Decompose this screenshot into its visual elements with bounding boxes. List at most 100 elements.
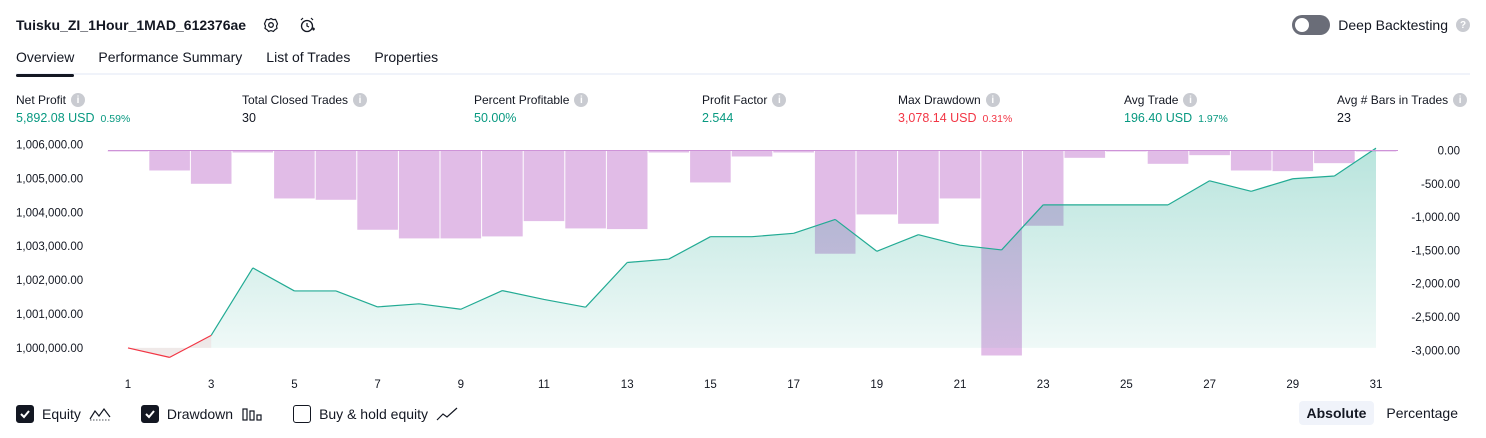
mode-percentage-button[interactable]: Percentage <box>1378 401 1466 425</box>
equity-line-icon <box>89 406 111 422</box>
x-axis-tick: 27 <box>1203 379 1216 391</box>
left-axis-tick: 1,000,000.00 <box>16 343 83 355</box>
metric-avg-trade: Avg Trade i 196.40 USD 1.97% <box>1124 93 1228 125</box>
x-axis-tick: 29 <box>1286 379 1299 391</box>
x-axis-tick: 19 <box>870 379 883 391</box>
drawdown-bar <box>190 150 232 184</box>
deep-backtesting-label: Deep Backtesting <box>1338 17 1448 33</box>
drawdown-bars-icon <box>241 406 263 422</box>
right-axis-tick: -3,000.00 <box>1411 345 1460 357</box>
left-axis-tick: 1,006,000.00 <box>16 140 83 152</box>
drawdown-bar <box>315 150 357 200</box>
drawdown-bar <box>1189 150 1230 156</box>
drawdown-bar <box>274 150 315 199</box>
legend-buy-hold[interactable]: Buy & hold equity <box>293 405 458 423</box>
chart-svg: 1,006,000.00 1,005,000.00 1,004,000.00 1,00… <box>16 140 1460 392</box>
drawdown-bar <box>357 150 398 230</box>
x-axis-tick: 3 <box>208 379 214 391</box>
drawdown-bar <box>856 150 898 215</box>
info-icon[interactable]: i <box>1183 93 1198 107</box>
metric-value: 5,892.08 USD <box>16 111 95 125</box>
metric-percent: 0.31% <box>982 113 1013 125</box>
right-axis-tick: -500.00 <box>1421 179 1460 191</box>
checkbox-buy-hold[interactable] <box>293 405 312 423</box>
drawdown-bar <box>440 150 482 239</box>
equity-negative-area <box>128 335 212 358</box>
equity-area <box>128 148 1376 358</box>
tab-performance-summary[interactable]: Performance Summary <box>98 46 242 75</box>
drawdown-bar <box>565 150 606 229</box>
checkbox-equity[interactable] <box>16 405 34 423</box>
drawdown-bar <box>606 150 648 230</box>
left-axis-tick: 1,002,000.00 <box>16 275 83 287</box>
report-header: Tuisku_ZI_1Hour_1MAD_612376ae Deep Backt… <box>16 12 1470 38</box>
strategy-title: Tuisku_ZI_1Hour_1MAD_612376ae <box>16 17 247 33</box>
metric-label: Max Drawdown <box>898 93 981 107</box>
metric-label: Net Profit <box>16 93 67 107</box>
metric-label: Avg # Bars in Trades <box>1337 93 1449 107</box>
right-axis-tick: -1,500.00 <box>1411 245 1460 257</box>
x-axis-tick: 15 <box>704 379 717 391</box>
metric-net-profit: Net Profit i 5,892.08 USD 0.59% <box>16 93 130 125</box>
metric-value: 2.544 <box>702 111 734 125</box>
metric-label: Percent Profitable <box>474 93 570 107</box>
x-axis-tick: 5 <box>291 379 297 391</box>
buy-hold-line-icon <box>436 406 458 422</box>
metric-total-closed-trades: Total Closed Trades i 30 <box>242 93 368 125</box>
tab-properties[interactable]: Properties <box>374 46 438 75</box>
drawdown-bar <box>690 150 731 183</box>
x-axis-tick: 1 <box>125 379 131 391</box>
metric-label: Total Closed Trades <box>242 93 349 107</box>
left-axis-tick: 1,004,000.00 <box>16 207 83 219</box>
x-axis-tick: 31 <box>1370 379 1383 391</box>
drawdown-bar <box>1230 150 1272 171</box>
metric-value: 50.00% <box>474 111 517 125</box>
legend-drawdown[interactable]: Drawdown <box>140 405 263 423</box>
gear-icon[interactable] <box>260 14 282 36</box>
info-icon[interactable]: i <box>353 93 368 107</box>
x-axis-tick: 11 <box>538 379 550 391</box>
info-icon[interactable]: i <box>1453 93 1468 107</box>
right-axis-tick: -2,000.00 <box>1411 279 1460 291</box>
metric-percent: 1.97% <box>1198 113 1228 125</box>
metric-avg-bars-in-trades: Avg # Bars in Trades i 23 <box>1337 93 1468 125</box>
deep-backtesting-toggle[interactable] <box>1292 15 1331 35</box>
metrics-row: Net Profit i 5,892.08 USD 0.59% Total Clos… <box>16 93 1470 131</box>
info-icon[interactable]: i <box>985 93 1000 107</box>
report-tabs: Overview Performance Summary List of Tra… <box>16 46 1470 77</box>
legend-label: Buy & hold equity <box>319 406 429 422</box>
drawdown-bar <box>398 150 440 239</box>
drawdown-bar <box>731 150 773 157</box>
x-axis-tick: 21 <box>954 379 967 391</box>
legend-label: Equity <box>42 406 81 422</box>
info-icon[interactable]: i <box>574 93 589 107</box>
x-axis-tick: 7 <box>374 379 380 391</box>
right-axis-tick: 0.00 <box>1438 146 1460 158</box>
info-icon[interactable]: i <box>772 93 787 107</box>
alarm-add-icon[interactable] <box>296 14 318 36</box>
legend-equity[interactable]: Equity <box>16 405 111 423</box>
deep-backtesting-control: Deep Backtesting ? <box>1292 15 1470 35</box>
x-axis-tick: 13 <box>621 379 634 391</box>
metric-max-drawdown: Max Drawdown i 3,078.14 USD 0.31% <box>898 93 1012 125</box>
value-mode-switch: Absolute Percentage <box>1298 401 1467 425</box>
equity-drawdown-chart[interactable]: 1,006,000.00 1,005,000.00 1,004,000.00 1,00… <box>0 136 1486 394</box>
metric-label: Avg Trade <box>1124 93 1179 107</box>
tab-list-of-trades[interactable]: List of Trades <box>266 46 350 75</box>
drawdown-bar <box>1147 150 1189 164</box>
right-axis-tick: -1,000.00 <box>1411 212 1460 224</box>
metric-value: 196.40 USD <box>1124 111 1193 125</box>
mode-absolute-button[interactable]: Absolute <box>1298 401 1375 425</box>
metric-profit-factor: Profit Factor i 2.544 <box>702 93 787 125</box>
metric-percent: 0.59% <box>100 113 131 125</box>
drawdown-bar <box>1272 150 1314 172</box>
drawdown-bar <box>898 150 939 224</box>
info-icon[interactable]: i <box>71 93 86 107</box>
tab-overview[interactable]: Overview <box>16 46 75 77</box>
chart-legend: Equity Drawdown Buy & hold equity <box>16 403 488 425</box>
legend-label: Drawdown <box>166 406 234 422</box>
help-icon[interactable]: ? <box>1456 18 1470 32</box>
checkbox-drawdown[interactable] <box>140 405 159 423</box>
metric-value: 3,078.14 USD <box>898 111 977 125</box>
x-axis-tick: 25 <box>1120 379 1133 391</box>
